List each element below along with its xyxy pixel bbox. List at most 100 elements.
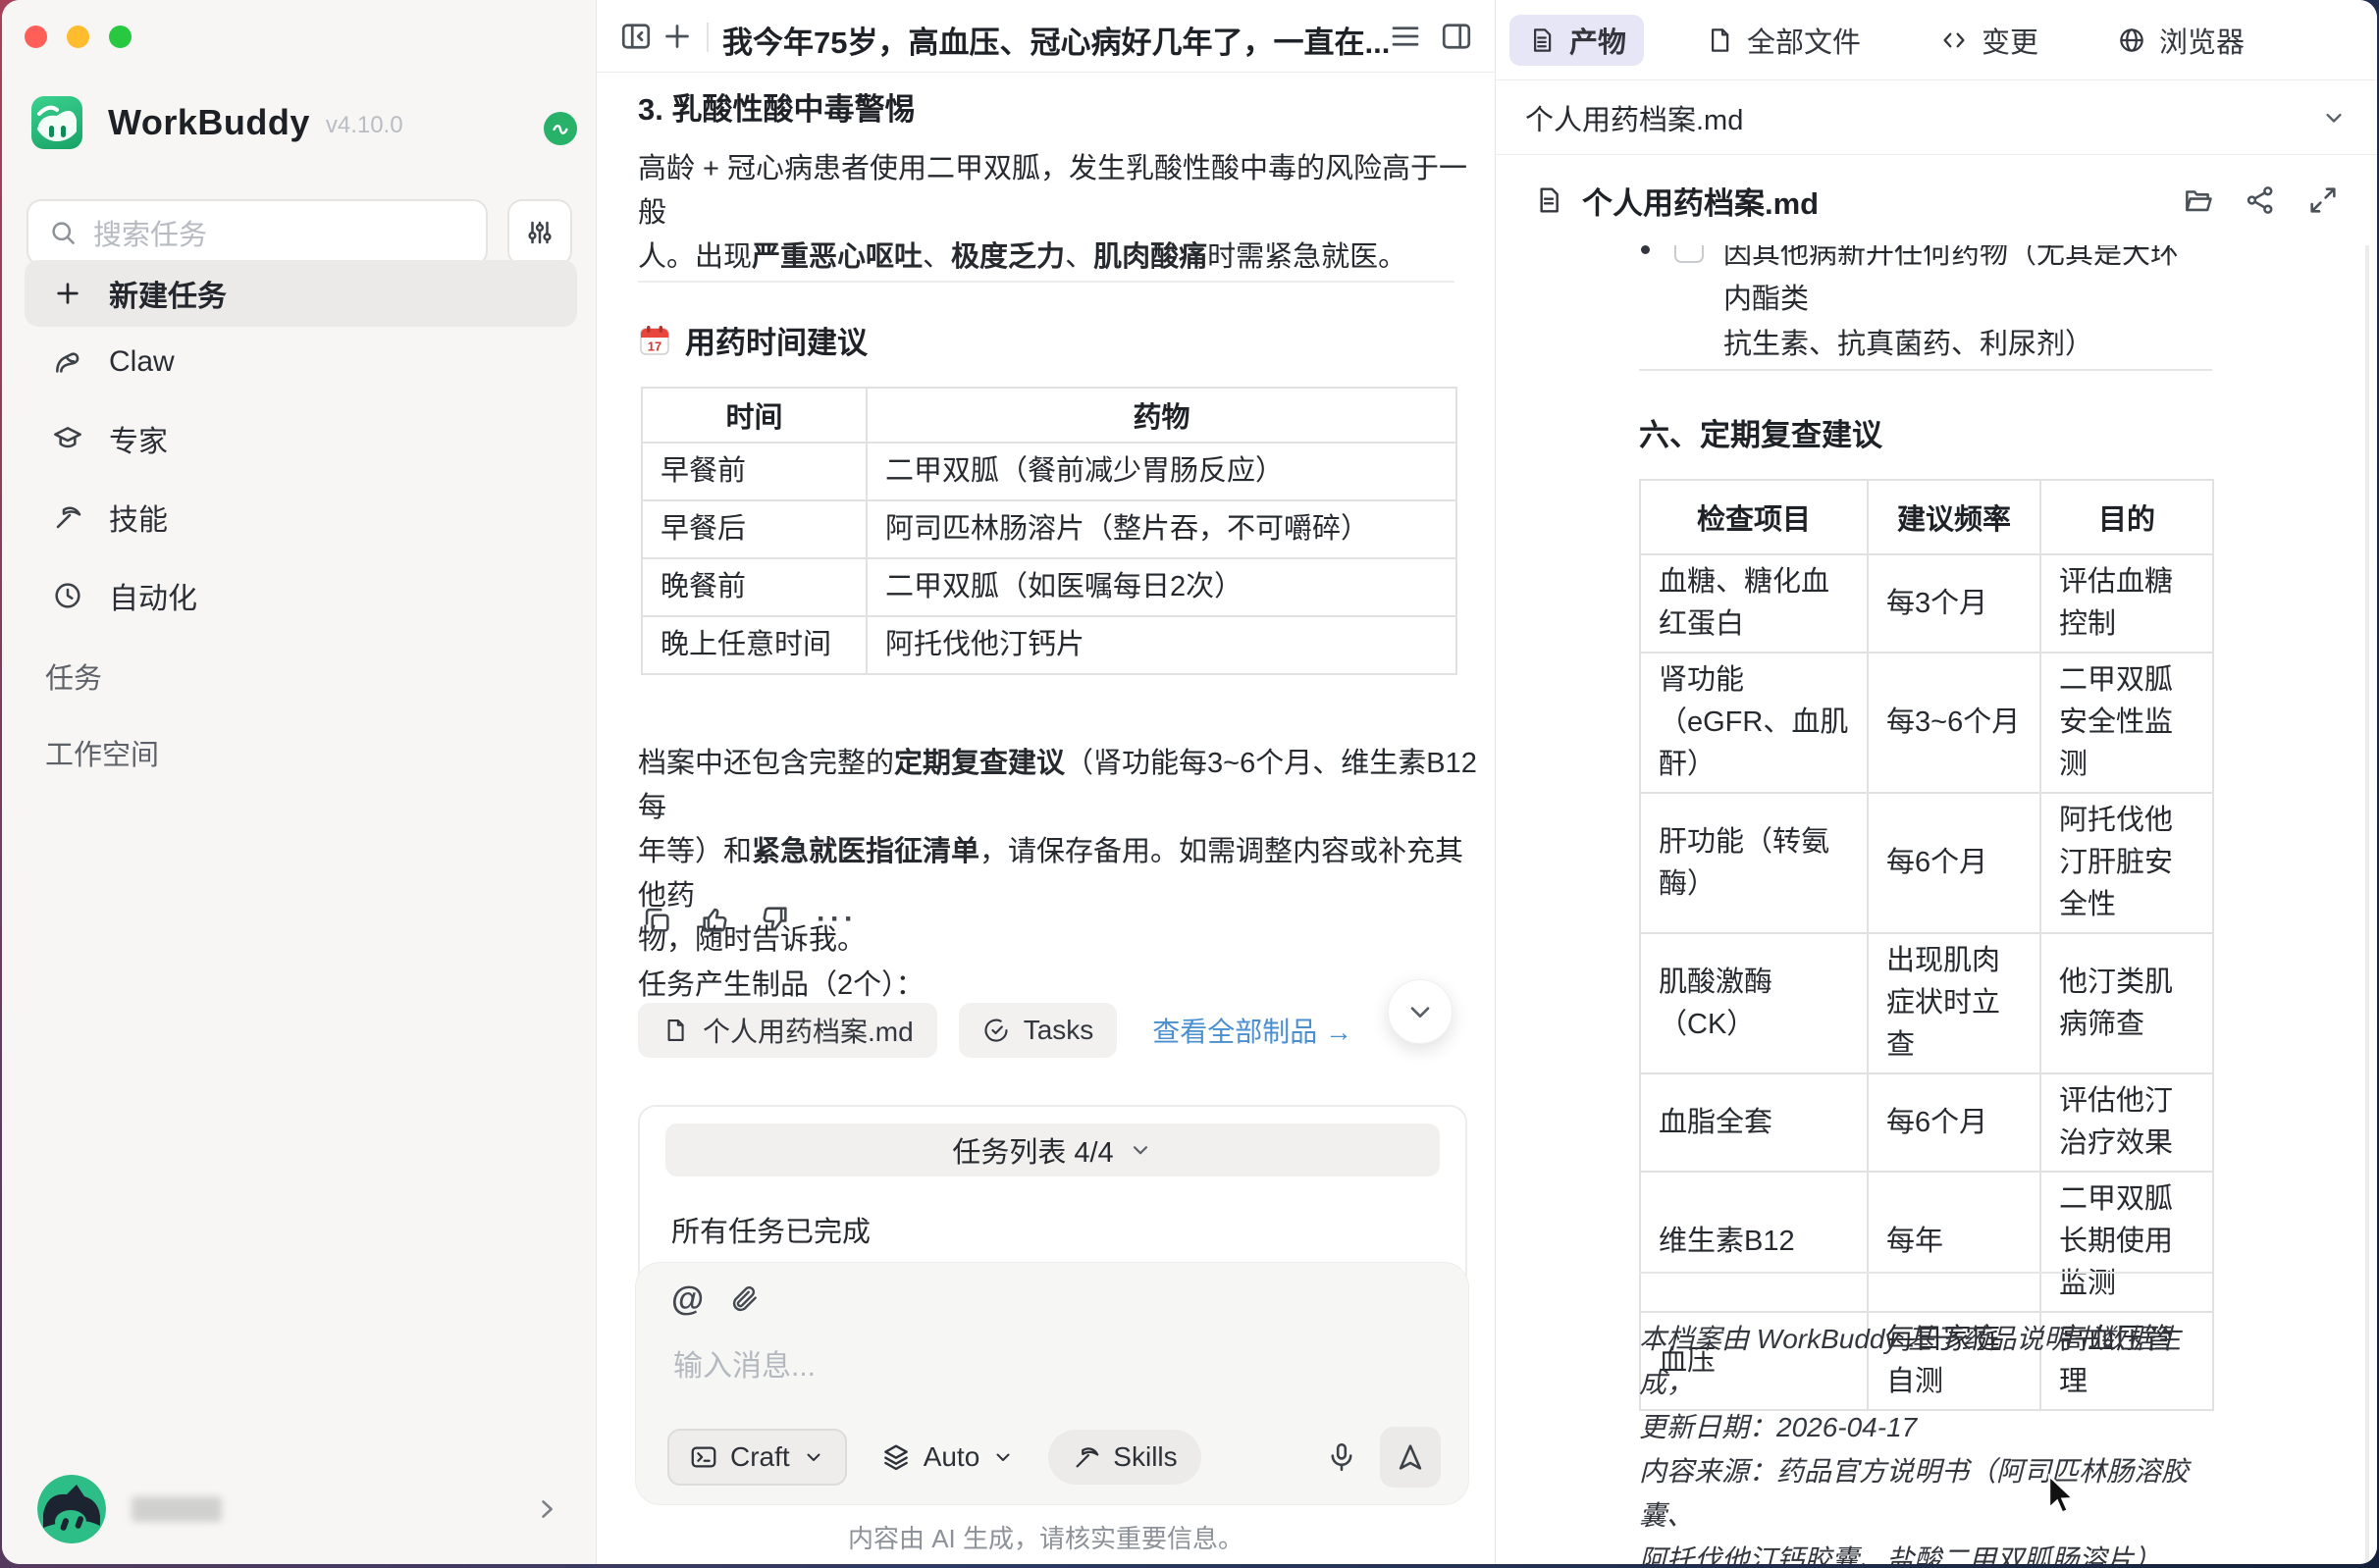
tab-label: 全部文件	[1747, 20, 1861, 61]
message-heading: 3. 乳酸性酸中毒警惕	[638, 84, 915, 129]
sidebar: WorkBuddy v4.10.0 搜索任务	[2, 0, 597, 1564]
table-cell: 出现肌肉症状时立查	[1868, 933, 2040, 1073]
document-icon	[1533, 184, 1564, 216]
artifact-chip-tasks[interactable]: Tasks	[959, 1003, 1118, 1058]
panel-tabbar: 产物 全部文件 变更	[1496, 0, 2377, 80]
artifact-chip-label: 个人用药档案.md	[703, 1011, 914, 1050]
tab-all-files[interactable]: 全部文件	[1687, 15, 1878, 66]
message-composer[interactable]: @ 输入消息... Craft	[635, 1262, 1469, 1505]
copy-icon[interactable]	[640, 903, 673, 936]
text-segment: 极度乏力	[951, 241, 1065, 273]
chevron-down-icon	[1128, 1137, 1153, 1163]
table-cell: 晚餐前	[642, 558, 867, 616]
text-segment: 定期复查建议	[894, 748, 1065, 779]
text-segment: 严重恶心呕吐	[752, 241, 923, 273]
thumbs-up-icon[interactable]	[699, 903, 732, 936]
calendar-emoji: 17	[638, 324, 671, 357]
table-cell: 血糖、糖化血红蛋白	[1640, 554, 1868, 653]
more-icon[interactable]: ···	[817, 903, 858, 936]
table-cell: 评估他汀治疗效果	[2040, 1073, 2213, 1172]
tab-label: 产物	[1569, 20, 1626, 61]
sidebar-item-skills[interactable]: 技能	[25, 486, 577, 549]
table-row: 晚上任意时间阿托伐他汀钙片	[642, 616, 1456, 674]
table-cell: 肾功能（eGFR、血肌酐）	[1640, 653, 1868, 793]
task-list-toggle[interactable]: 任务列表 4/4	[665, 1124, 1440, 1176]
text-segment: 、	[923, 241, 951, 273]
user-profile-row[interactable]	[2, 1454, 596, 1564]
scrollbar[interactable]	[2365, 245, 2369, 1564]
sidebar-section-workspace[interactable]: 工作空间	[45, 732, 159, 773]
graduation-cap-icon	[52, 423, 83, 454]
file-dropdown-value: 个人用药档案.md	[1525, 97, 1743, 138]
view-all-artifacts-link[interactable]: 查看全部制品 →	[1152, 1011, 1352, 1050]
expand-icon[interactable]	[2306, 183, 2340, 217]
send-icon	[1394, 1440, 1427, 1474]
code-icon	[1939, 26, 1969, 55]
pickaxe-icon	[52, 501, 83, 533]
app-name: WorkBuddy	[108, 102, 310, 143]
new-task-button[interactable]: 新建任务	[25, 260, 577, 327]
new-task-label: 新建任务	[109, 272, 227, 315]
close-button[interactable]	[25, 26, 47, 48]
sidebar-item-automation[interactable]: 自动化	[25, 564, 577, 627]
document-body: 因其他病新开任何药物（尤其是大环内酯类 抗生素、抗真菌药、利尿剂） 六、定期复查…	[1496, 245, 2377, 1564]
tab-artifacts[interactable]: 产物	[1509, 15, 1644, 66]
mention-icon[interactable]: @	[671, 1282, 704, 1316]
panel-left-icon[interactable]	[618, 19, 654, 54]
thumbs-down-icon[interactable]	[758, 903, 791, 936]
file-dropdown[interactable]: 个人用药档案.md	[1496, 80, 2377, 155]
scroll-to-bottom-button[interactable]	[1388, 979, 1453, 1044]
tab-changes[interactable]: 变更	[1922, 15, 2056, 66]
search-input[interactable]: 搜索任务	[26, 199, 488, 266]
text-segment: 高龄 + 冠心病患者使用二甲双胍，发生乳酸性酸中毒的风险高于一般	[638, 153, 1467, 229]
table-row: 晚餐前二甲双胍（如医嘱每日2次）	[642, 558, 1456, 616]
table-header-row: 时间药物	[642, 388, 1456, 443]
mic-icon[interactable]	[1325, 1440, 1358, 1474]
table-cell: 二甲双胍（如医嘱每日2次）	[867, 558, 1456, 616]
checkbox-icon[interactable]	[1674, 245, 1704, 263]
table-cell: 每3~6个月	[1868, 653, 2040, 793]
doc-section-heading: 六、定期复查建议	[1639, 410, 1882, 454]
paperclip-icon[interactable]	[729, 1283, 761, 1315]
app-version: v4.10.0	[326, 112, 403, 139]
table-cell: 二甲双胍安全性监测	[2040, 653, 2213, 793]
sidebar-item-claw[interactable]: Claw	[25, 331, 577, 393]
sidebar-section-tasks[interactable]: 任务	[45, 655, 102, 697]
artifact-panel: 产物 全部文件 变更	[1496, 0, 2377, 1564]
bullet-icon	[1641, 245, 1650, 254]
link-status-icon[interactable]	[544, 112, 577, 145]
craft-label: Craft	[730, 1441, 790, 1473]
skills-button[interactable]: Skills	[1048, 1430, 1200, 1485]
share-icon[interactable]	[2244, 183, 2277, 217]
table-header-row: 检查项目建议频率目的	[1640, 480, 2213, 554]
app-logo-row: WorkBuddy v4.10.0	[31, 96, 403, 149]
panel-right-icon[interactable]	[1439, 19, 1474, 54]
table-cell: 早餐前	[642, 443, 867, 500]
zoom-button[interactable]	[109, 26, 132, 48]
table-cell: 二甲双胍（餐前减少胃肠反应）	[867, 443, 1456, 500]
minimize-button[interactable]	[67, 26, 89, 48]
send-button[interactable]	[1380, 1427, 1441, 1488]
globe-icon	[2117, 26, 2146, 55]
filter-button[interactable]	[507, 199, 572, 266]
table-header-cell: 建议频率	[1868, 480, 2040, 554]
hamburger-icon[interactable]	[1388, 19, 1423, 54]
search-icon	[48, 218, 78, 247]
table-header-cell: 时间	[642, 388, 867, 443]
artifacts-label: 任务产生制品（2个）：	[638, 962, 925, 1003]
pickaxe-icon	[1072, 1442, 1101, 1472]
sidebar-item-experts[interactable]: 专家	[25, 407, 577, 470]
auto-mode-button[interactable]: Auto	[880, 1441, 1016, 1473]
tab-browser[interactable]: 浏览器	[2099, 15, 2262, 66]
tab-label: 变更	[1982, 20, 2038, 61]
file-icon	[1705, 26, 1734, 55]
table-row: 血糖、糖化血红蛋白每3个月评估血糖控制	[1640, 554, 2213, 653]
table-cell: 他汀类肌病筛查	[2040, 933, 2213, 1073]
user-name-redacted	[132, 1496, 222, 1522]
table-cell: 血脂全套	[1640, 1073, 1868, 1172]
craft-mode-button[interactable]: Craft	[667, 1429, 847, 1486]
new-chat-plus-icon[interactable]	[660, 19, 695, 54]
artifact-chip-file[interactable]: 个人用药档案.md	[638, 1003, 937, 1058]
folder-icon[interactable]	[2181, 183, 2214, 217]
divider	[1639, 1272, 2212, 1274]
